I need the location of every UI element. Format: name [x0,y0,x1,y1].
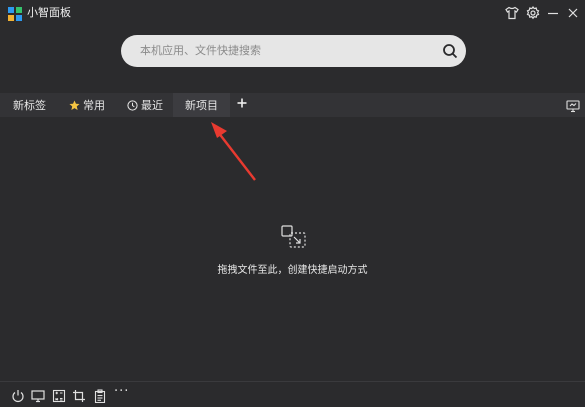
tab-label: 新项目 [185,99,218,112]
annotation-arrow [211,122,256,181]
desktop-icon[interactable] [31,388,45,403]
calculator-icon[interactable] [52,388,66,403]
close-icon[interactable] [565,5,581,21]
title-bar: 小智面板 [0,0,585,26]
tab-bar: 新标签 常用 最近 新项目 [0,93,585,117]
search-icon[interactable] [442,43,458,59]
power-icon[interactable] [11,388,25,403]
skin-shirt-icon[interactable] [504,5,520,21]
search-input[interactable]: 本机应用、文件快捷搜索 [140,44,261,58]
settings-gear-icon[interactable] [525,5,541,21]
clipboard-icon[interactable] [93,388,107,404]
more-icon[interactable]: ··· [114,384,129,399]
tab-label: 常用 [83,99,105,112]
empty-state-text: 拖拽文件至此，创建快捷启动方式 [217,265,368,276]
drag-drop-icon [281,225,307,249]
app-logo-icon [8,6,22,21]
tab-recent[interactable]: 最近 [127,93,163,117]
clock-icon [127,99,138,111]
tab-favorites[interactable]: 常用 [69,93,105,117]
bottom-toolbar: ··· [0,381,585,407]
crop-icon[interactable] [72,388,86,402]
search-box[interactable]: 本机应用、文件快捷搜索 [121,35,466,67]
monitor-icon[interactable] [566,98,580,113]
star-icon [69,99,80,111]
tab-new-label[interactable]: 新标签 [13,93,46,117]
tab-new-project[interactable]: 新项目 [173,93,230,117]
plus-icon [237,98,247,108]
minimize-icon[interactable] [545,5,561,21]
tab-label: 新标签 [13,99,46,112]
add-tab-button[interactable] [235,97,249,111]
app-title: 小智面板 [27,6,71,19]
tab-label: 最近 [141,99,163,112]
